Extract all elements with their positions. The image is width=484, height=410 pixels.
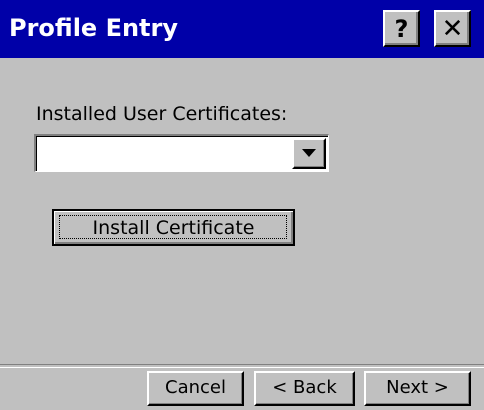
back-button[interactable]: < Back [254, 371, 355, 406]
help-button[interactable]: ? [383, 10, 420, 47]
next-button[interactable]: Next > [364, 371, 471, 406]
chevron-down-icon [302, 149, 316, 157]
profile-entry-dialog: Profile Entry ? ✕ Installed User Certifi… [0, 0, 484, 410]
window-title: Profile Entry [9, 14, 178, 42]
install-certificate-label: Install Certificate [92, 217, 255, 239]
certificates-dropdown[interactable] [34, 134, 329, 172]
title-bar: Profile Entry ? ✕ [0, 0, 484, 58]
dropdown-arrow-button[interactable] [292, 138, 326, 169]
cancel-button[interactable]: Cancel [147, 371, 244, 406]
close-icon: ✕ [441, 13, 464, 44]
install-certificate-button[interactable]: Install Certificate [52, 209, 295, 246]
help-icon: ? [394, 14, 409, 43]
installed-certificates-label: Installed User Certificates: [36, 103, 288, 125]
close-button[interactable]: ✕ [434, 10, 471, 47]
footer-divider [0, 364, 484, 368]
